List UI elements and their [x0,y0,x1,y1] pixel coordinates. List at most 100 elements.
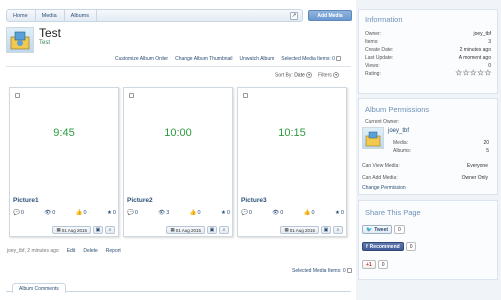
customize-order-link[interactable]: Customize Album Order [115,56,168,62]
filters-control[interactable]: Filters ▾ [318,72,340,78]
image-icon[interactable]: ▣ [93,226,103,234]
media-select-checkbox[interactable] [15,93,20,98]
change-thumbnail-link[interactable]: Change Album Thumbnail [175,56,232,62]
star-icon: ★ [334,210,340,216]
gplus-button[interactable]: +1 [362,260,376,269]
media-footer: ▦ 01 Aug 2015 ▣ ⌕ [166,226,229,234]
owner-albums-value: 5 [486,148,489,154]
rating-stars[interactable]: ★ ★ ★ ★ ★ [455,70,491,78]
star-icon[interactable]: ★ [470,70,477,78]
media-card[interactable]: 10:00 Picture2 💬 0 👁 3 👍 0 ★ 0 ▦ 01 Aug 2015 … [123,87,233,237]
media-date-label: 01 Aug 2015 [175,227,201,233]
info-key: Last Update: [365,55,394,61]
calendar-icon: ▦ [284,227,289,232]
selected-items-control[interactable]: Selected Media Items: 0 [281,56,342,62]
rating-count: 0 [112,210,116,216]
jump-arrow-icon[interactable]: ↗ [290,12,298,20]
owner-media-row: Media: 20 [393,140,489,146]
calendar-icon: ▦ [170,227,175,232]
info-value[interactable]: joey_tbf [473,31,491,37]
add-media-button[interactable]: Add Media [308,10,352,21]
likes-count: 0 [83,210,87,216]
media-thumbnail-time: 9:45 [53,127,75,139]
info-value: A moment ago [458,55,491,61]
tab-album-comments[interactable]: Album Comments [12,283,66,293]
rating-count: 0 [340,210,344,216]
can-add-row: Can Add Media: Owner Only [362,175,488,181]
sort-bar: Sort By: Date ▾ Filters ▾ [275,72,340,78]
media-title[interactable]: Picture1 [13,197,39,204]
comments-stat: 💬 0 [127,210,138,216]
filters-dropdown-icon[interactable]: ▾ [333,72,340,78]
media-select-checkbox[interactable] [129,93,134,98]
tweet-button[interactable]: 🐦 Tweet [362,225,393,234]
owner-albums-key: Albums: [393,148,412,154]
report-link[interactable]: Report [106,248,121,254]
permissions-title: Album Permissions [365,105,430,114]
media-date[interactable]: ▦ 01 Aug 2015 [280,226,319,234]
image-icon[interactable]: ▣ [207,226,217,234]
recommend-count: 0 [405,242,417,251]
recommend-button[interactable]: f Recommend [362,242,404,251]
unwatch-album-link[interactable]: Unwatch Album [240,56,275,62]
media-thumbnail-time: 10:15 [278,127,306,139]
info-key: Rating: [365,71,381,77]
owner-name[interactable]: joey_tbf [388,128,409,134]
selected-items-bottom-label: Selected Media Items: 0 [292,268,346,274]
media-date[interactable]: ▦ 01 Aug 2015 [52,226,91,234]
info-key: Views: [365,63,380,69]
select-all-checkbox[interactable] [336,56,342,62]
facebook-icon: f [366,243,368,250]
comments-icon: 💬 [13,210,20,216]
album-thumbnail [6,27,34,53]
media-card[interactable]: 9:45 Picture1 💬 0 👁 0 👍 0 ★ 0 ▦ 01 Aug 2015 ▣… [9,87,119,237]
breadcrumb-albums[interactable]: Albums [65,10,97,21]
star-icon: ★ [220,210,226,216]
can-add-value: Owner Only [461,175,488,181]
change-permission-link[interactable]: Change Permission [362,185,406,191]
edit-link[interactable]: Edit [67,248,76,254]
likes-stat: 👍 0 [76,210,87,216]
star-icon[interactable]: ★ [477,70,484,78]
zoom-icon[interactable]: ⌕ [333,226,343,234]
views-stat: 👁 0 [272,210,283,216]
media-card[interactable]: 10:15 Picture3 💬 0 👁 0 👍 0 ★ 0 ▦ 01 Aug 2015 … [237,87,347,237]
breadcrumb-home[interactable]: Home [7,10,36,21]
media-thumbnail[interactable]: 10:00 [127,91,229,177]
star-icon[interactable]: ★ [455,70,462,78]
rating-stat: ★ 0 [107,210,116,216]
gplus-count: 0 [377,260,389,269]
views-count: 3 [166,210,170,216]
media-date[interactable]: ▦ 01 Aug 2015 [166,226,205,234]
likes-count: 0 [311,210,315,216]
image-icon[interactable]: ▣ [321,226,331,234]
album-title: Test [39,26,62,40]
can-view-value: Everyone [466,163,488,169]
zoom-icon[interactable]: ⌕ [219,226,229,234]
breadcrumb-media[interactable]: Media [36,10,65,21]
comments-count: 0 [20,210,24,216]
star-icon[interactable]: ★ [484,70,491,78]
media-select-checkbox[interactable] [243,93,248,98]
media-thumbnail[interactable]: 9:45 [13,91,115,177]
delete-link[interactable]: Delete [83,248,97,254]
media-thumbnail[interactable]: 10:15 [241,91,343,177]
info-row-owner: Owner: joey_tbf [365,31,491,37]
media-title[interactable]: Picture2 [127,197,153,204]
sidebar: Information Owner: joey_tbf Items: 3 Creat… [356,0,501,300]
sort-dropdown-icon[interactable]: ▾ [306,72,313,78]
media-title[interactable]: Picture3 [241,197,267,204]
info-row-last-update: Last Update: A moment ago [365,55,491,61]
sort-control[interactable]: Sort By: Date ▾ [275,72,313,78]
star-icon[interactable]: ★ [463,70,470,78]
rating-stat: ★ 0 [221,210,230,216]
owner-avatar[interactable] [362,127,384,149]
info-row-rating: Rating: ★ ★ ★ ★ ★ [365,70,491,78]
current-owner-text: Current Owner: [365,119,400,125]
info-row-items: Items: 3 [365,39,491,45]
zoom-icon[interactable]: ⌕ [105,226,115,234]
can-add-key: Can Add Media: [362,175,398,181]
recommend-row: f Recommend 0 [362,242,417,251]
selected-items-bottom[interactable]: Selected Media Items: 0 [292,268,353,274]
select-all-bottom-checkbox[interactable] [347,268,353,274]
